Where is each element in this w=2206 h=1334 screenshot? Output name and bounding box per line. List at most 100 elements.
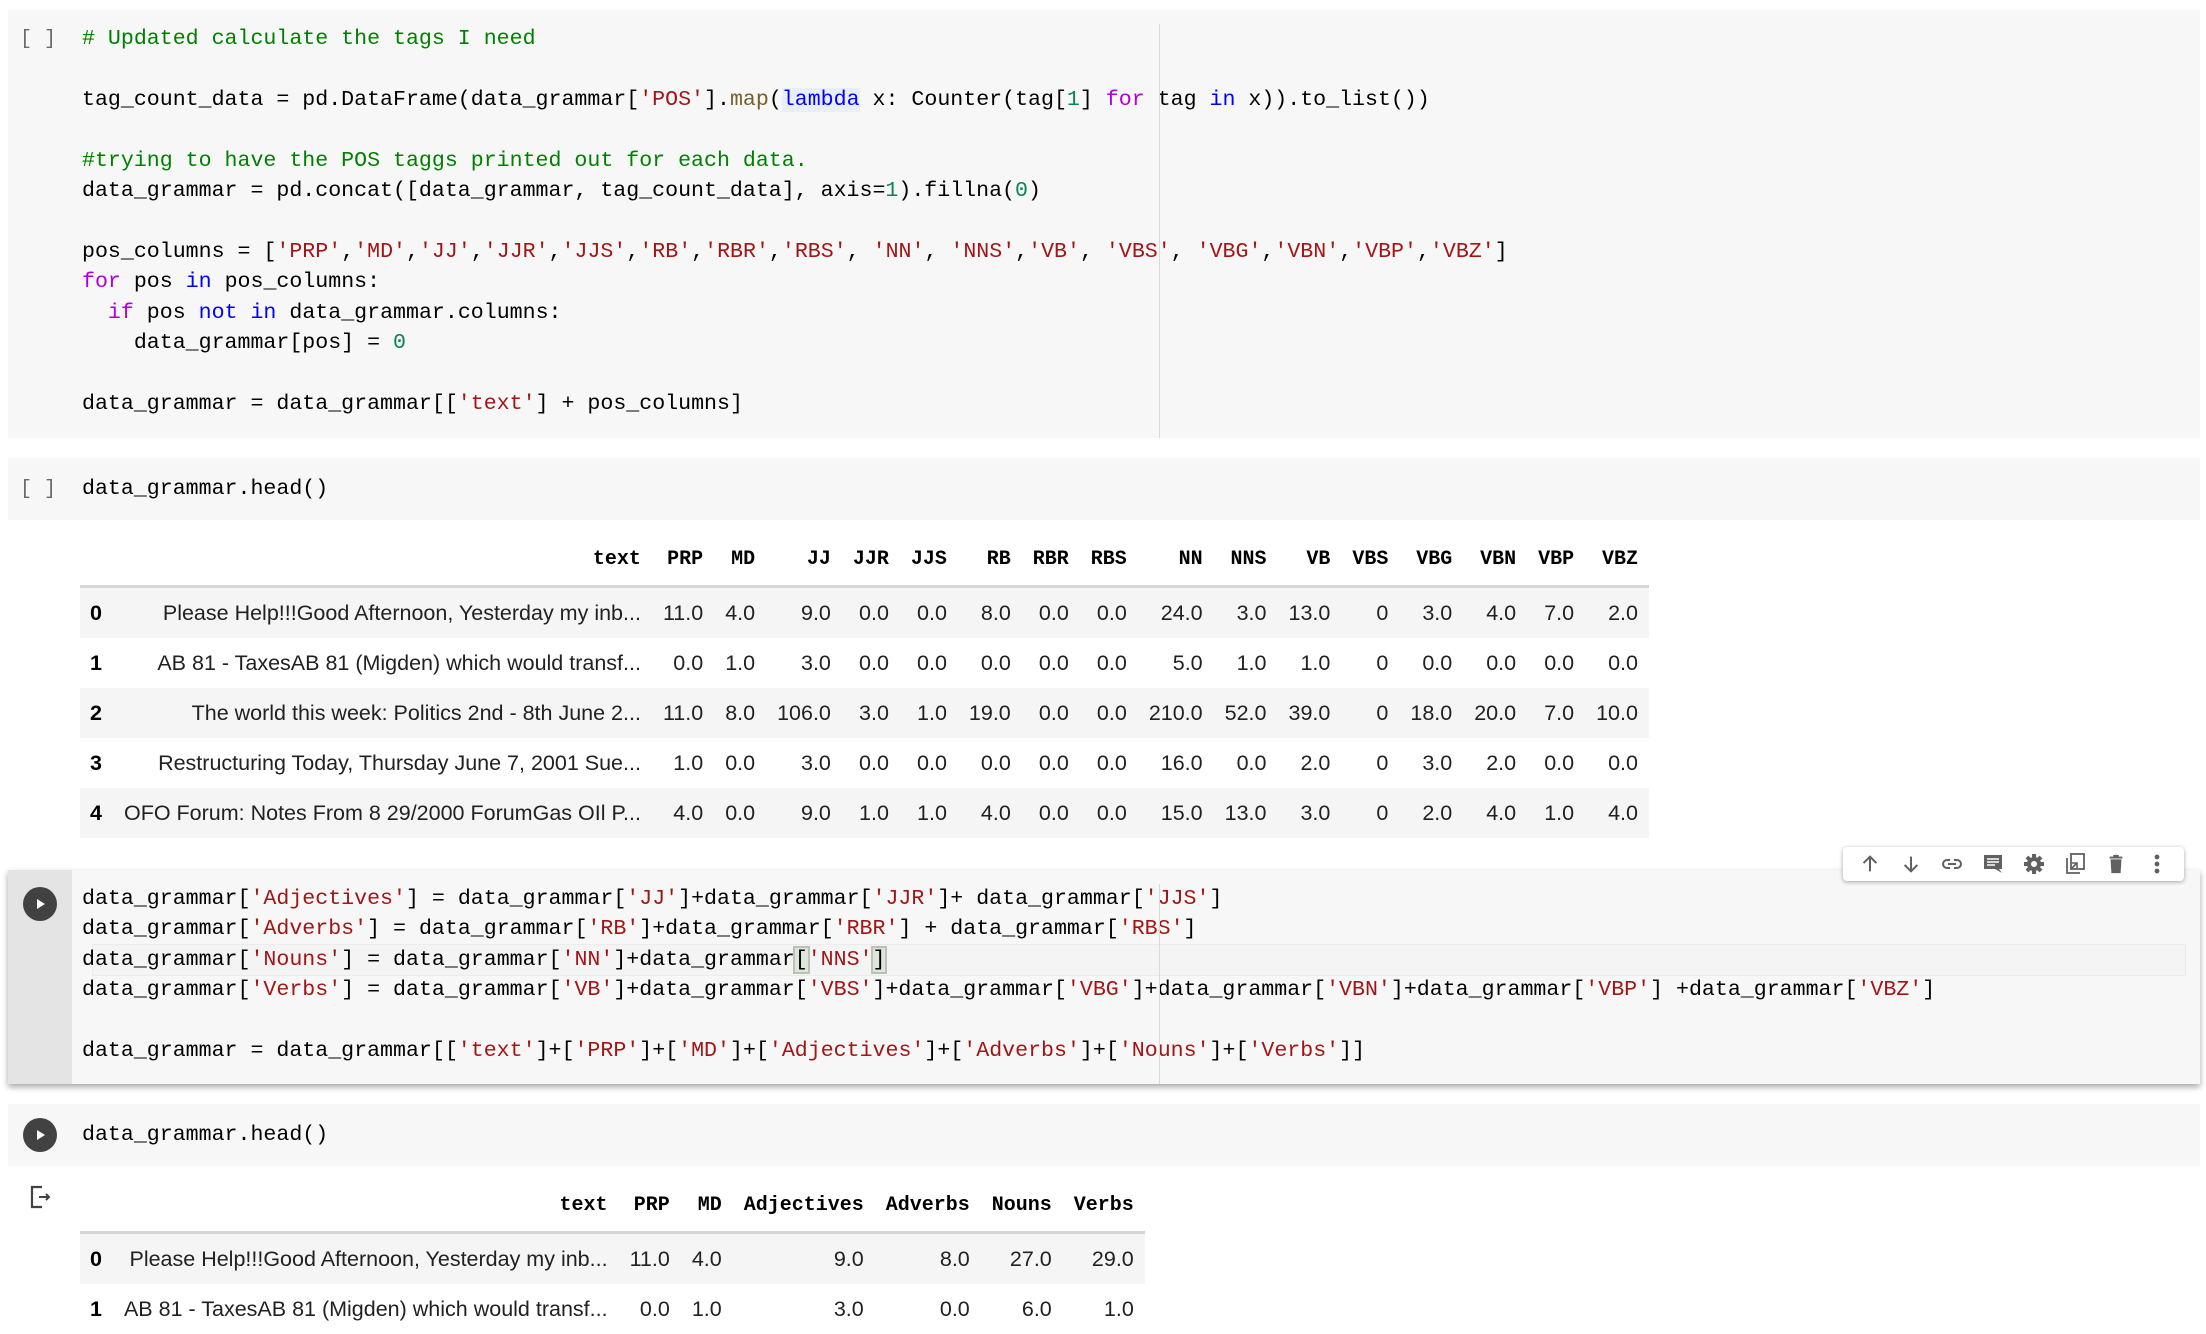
cell-prompt[interactable]: [ ] (20, 28, 56, 51)
code-token: 'JJ' (418, 239, 471, 264)
code-token: , (1015, 239, 1029, 264)
value-cell: 1.0 (899, 688, 958, 738)
code-line[interactable]: #trying to have the POS taggs printed ou… (82, 146, 1508, 176)
code-line[interactable]: data_grammar[pos] = 0 (82, 328, 1508, 358)
value-cell: 8.0 (957, 586, 1022, 638)
code-line[interactable]: for pos in pos_columns: (82, 267, 1508, 297)
value-cell: 39.0 (1277, 688, 1342, 738)
dataframe-output-2: text PRP MD Adjectives Adverbs Nouns Verbs 0 Pl… (80, 1179, 1145, 1334)
code-editor[interactable]: data_grammar.head() (82, 1120, 328, 1150)
code-token: ] = data_grammar[ (341, 978, 562, 1003)
code-line[interactable]: data_grammar.head() (82, 474, 328, 504)
value-cell: 11.0 (651, 688, 715, 738)
code-line[interactable]: data_grammar['Adverbs'] = data_grammar['… (82, 914, 1935, 944)
code-editor[interactable]: data_grammar['Adjectives'] = data_gramma… (82, 884, 1935, 1066)
column-header: PRP (651, 533, 715, 588)
code-line[interactable]: data_grammar['Verbs'] = data_grammar['VB… (82, 975, 1935, 1005)
code-token: [ (792, 945, 810, 974)
move-cell-up-button[interactable] (1855, 849, 1885, 879)
gear-icon (2024, 854, 2045, 874)
text-cell: AB 81 - TaxesAB 81 (Migden) which would … (157, 650, 641, 675)
code-token: 'RBR' (833, 917, 899, 942)
value-cell: 3.0 (1213, 586, 1278, 638)
value-cell: 0 (1376, 750, 1389, 775)
code-token: ( (768, 87, 782, 112)
trash-icon (2109, 854, 2123, 874)
code-token: ]. (704, 87, 730, 112)
code-token: pos (133, 300, 199, 325)
value-cell: 0.0 (1096, 750, 1127, 775)
code-token: 'text' (457, 391, 536, 416)
code-line[interactable]: data_grammar['Adjectives'] = data_gramma… (82, 884, 1935, 914)
value-cell: 0.0 (917, 750, 947, 775)
cell-prompt[interactable]: [ ] (20, 478, 56, 501)
column-header: RBR (1021, 533, 1080, 588)
code-editor[interactable]: data_grammar.head() (82, 474, 328, 504)
code-line[interactable]: data_grammar = data_grammar[['text']+['P… (82, 1036, 1935, 1066)
code-line[interactable] (82, 358, 1508, 388)
value-cell: 0 (1341, 586, 1400, 638)
code-line[interactable]: data_grammar = pd.concat([data_grammar, … (82, 176, 1508, 206)
code-token: 'VBS' (1105, 239, 1171, 264)
code-token: 'Verbs' (1248, 1038, 1340, 1063)
column-header: PRP (618, 1179, 681, 1234)
row-index: 1 (90, 1296, 102, 1321)
code-cell-2[interactable]: [ ] data_grammar.head() (8, 458, 2200, 520)
code-token: 0 (393, 330, 406, 355)
value-cell: 3.0 (801, 750, 831, 775)
code-line[interactable] (82, 206, 1508, 236)
code-token: ]+[ (639, 1038, 679, 1063)
code-token: ] = data_grammar[ (367, 917, 588, 942)
code-token: data_grammar = pd.concat([data_grammar, … (82, 178, 886, 203)
code-editor[interactable]: # Updated calculate the tags I need tag_c… (82, 24, 1508, 419)
code-token: x: Counter(tag[ (859, 87, 1067, 112)
code-line[interactable] (82, 54, 1508, 84)
play-icon (37, 1130, 45, 1140)
code-token: ]+[ (1079, 1038, 1119, 1063)
code-token: 'JJS' (1144, 887, 1210, 911)
code-line[interactable] (82, 115, 1508, 145)
code-token: 'NNS' (807, 947, 873, 972)
code-line[interactable]: pos_columns = ['PRP','MD','JJ','JJR','JJ… (82, 237, 1508, 267)
code-token: ] (1183, 917, 1197, 942)
code-line[interactable]: tag_count_data = pd.DataFrame(data_gramm… (82, 85, 1508, 115)
run-cell-button[interactable] (23, 887, 57, 921)
delete-cell-button[interactable] (2101, 849, 2131, 879)
text-cell: The world this week: Politics 2nd - 8th … (112, 688, 652, 738)
value-cell: 3.0 (801, 650, 831, 675)
code-line[interactable]: data_grammar['Nouns'] = data_grammar['NN… (82, 945, 1935, 975)
code-token: 'VBN' (1274, 239, 1340, 264)
code-line[interactable]: # Updated calculate the tags I need (82, 24, 1508, 54)
code-line[interactable]: data_grammar.head() (82, 1120, 328, 1150)
value-cell: 0.0 (1608, 750, 1638, 775)
more-actions-button[interactable] (2142, 849, 2172, 879)
mirror-cell-button[interactable] (2060, 849, 2090, 879)
cell-settings-button[interactable] (2019, 849, 2049, 879)
run-cell-button[interactable] (23, 1118, 57, 1152)
code-cell-1[interactable]: [ ] # Updated calculate the tags I need t… (8, 10, 2200, 438)
add-comment-button[interactable] (1978, 849, 2008, 879)
column-header: VBS (1341, 533, 1400, 588)
value-cell: 3.0 (1277, 788, 1342, 838)
copy-link-button[interactable] (1937, 849, 1967, 879)
code-cell-4[interactable]: data_grammar.head() (8, 1104, 2200, 1166)
code-line[interactable] (82, 1006, 1935, 1036)
code-token: , (1261, 239, 1275, 264)
column-header: JJR (841, 533, 900, 588)
output-actions-button[interactable] (28, 1184, 56, 1212)
value-cell: 0.0 (1544, 650, 1575, 675)
code-cell-3[interactable]: data_grammar['Adjectives'] = data_gramma… (8, 870, 2200, 1084)
text-cell: Restructuring Today, Thursday June 7, 20… (158, 750, 641, 775)
column-header: JJS (899, 533, 958, 588)
value-cell: 27.0 (980, 1232, 1063, 1284)
code-token: for (1105, 87, 1145, 112)
value-cell: 3.0 (1422, 750, 1453, 775)
cell-toolbar (1843, 847, 2184, 881)
code-line[interactable]: if pos not in data_grammar.columns: (82, 298, 1508, 328)
code-line[interactable]: data_grammar = data_grammar[['text'] + p… (82, 389, 1508, 419)
code-token: ] = data_grammar[ (405, 887, 627, 911)
move-cell-down-button[interactable] (1896, 849, 1926, 879)
code-token: 'VBZ' (1429, 239, 1495, 264)
code-token: #trying to have the POS taggs printed ou… (82, 148, 808, 173)
value-cell: 0.0 (859, 650, 889, 675)
